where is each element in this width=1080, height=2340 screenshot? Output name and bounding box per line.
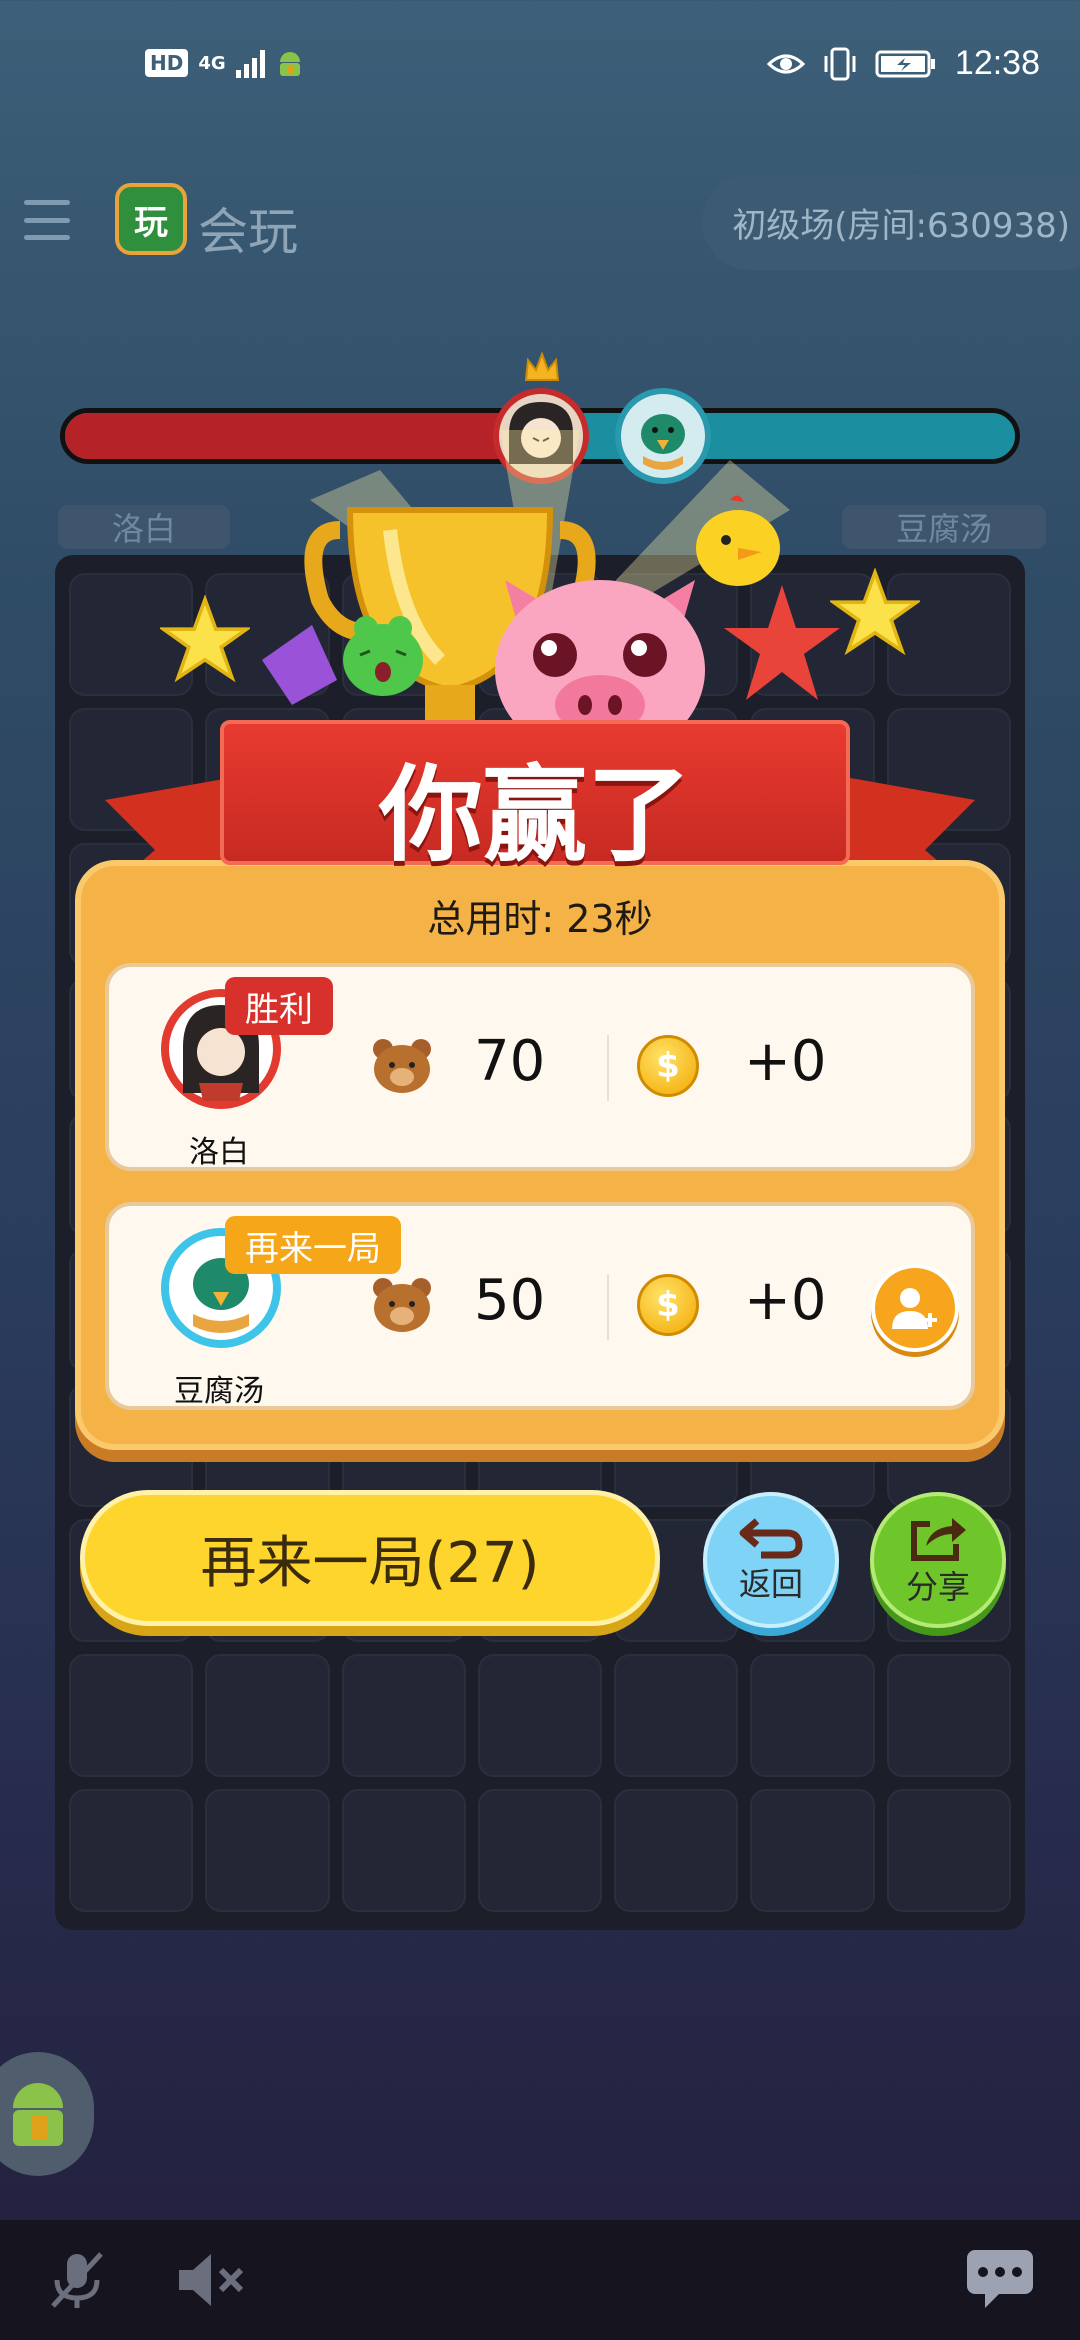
- board-cell: [205, 1788, 330, 1912]
- chick-character-icon: [696, 495, 780, 586]
- red-star-decoration: [724, 585, 840, 700]
- mic-muted-icon[interactable]: [45, 2248, 109, 2312]
- coin-icon: $: [637, 1274, 699, 1336]
- share-button[interactable]: 分享: [870, 1492, 1006, 1628]
- back-button[interactable]: 返回: [703, 1492, 839, 1628]
- menu-icon[interactable]: [24, 200, 70, 240]
- board-cell: [477, 1788, 603, 1912]
- eye-comfort-icon: [766, 54, 805, 73]
- add-friend-icon: [892, 1288, 937, 1329]
- total-time: 总用时: 23秒: [427, 897, 653, 941]
- divider: [607, 1274, 609, 1340]
- rematch-badge: 再来一局: [225, 1216, 401, 1274]
- play-again-button[interactable]: 再来一局(27): [80, 1490, 660, 1626]
- crystal-decoration: [262, 625, 337, 705]
- return-icon: [739, 1518, 803, 1559]
- add-friend-button[interactable]: [871, 1264, 959, 1352]
- coins-earned: +0: [744, 1268, 827, 1333]
- room-info-pill[interactable]: 初级场(房间:630938): [702, 174, 1080, 270]
- speaker-muted-icon[interactable]: [175, 2248, 249, 2312]
- board-cell: [886, 1788, 1011, 1912]
- app-name: 会玩: [198, 203, 298, 261]
- player-result-row: 胜利 洛白 70 $ +0: [105, 963, 975, 1171]
- result-title: 你赢了: [378, 753, 691, 876]
- network-type: 4G: [198, 52, 226, 74]
- board-cell: [341, 1788, 466, 1912]
- status-bar: HD 4G 12:38: [0, 0, 1080, 130]
- back-label: 返回: [738, 1565, 803, 1603]
- result-overlay: 你赢了 总用时: 23秒 胜利 洛白 70 $ +0 再来一局 豆腐汤 50 $…: [0, 340, 1080, 1680]
- win-badge: 胜利: [225, 977, 333, 1035]
- player-name: 洛白: [189, 1135, 249, 1170]
- battery-icon: [875, 50, 935, 77]
- board-cell: [614, 1788, 739, 1912]
- star-icon: [160, 595, 250, 683]
- bear-icon: [373, 1278, 431, 1332]
- frog-character-icon: [343, 616, 423, 696]
- star-icon-right: [830, 568, 920, 656]
- vibrate-icon: [824, 47, 856, 80]
- app-logo: 玩: [115, 183, 187, 255]
- floating-assistant-button[interactable]: [0, 2052, 94, 2176]
- share-label: 分享: [905, 1568, 970, 1606]
- hd-badge: HD: [145, 49, 189, 77]
- bottom-toolbar: [0, 2220, 1080, 2340]
- divider: [607, 1035, 609, 1101]
- coins-earned: +0: [744, 1029, 827, 1094]
- chat-icon[interactable]: [965, 2248, 1035, 2310]
- android-icon: [13, 2083, 63, 2146]
- player-score: 70: [474, 1029, 546, 1094]
- player-result-row: 再来一局 豆腐汤 50 $ +0: [105, 1202, 975, 1410]
- signal-icon: [235, 48, 265, 78]
- player-name: 豆腐汤: [174, 1374, 264, 1409]
- share-icon: [911, 1518, 966, 1561]
- board-cell: [750, 1788, 875, 1912]
- bear-icon: [373, 1039, 431, 1093]
- board-cell: [69, 1788, 194, 1912]
- coin-icon: $: [637, 1035, 699, 1097]
- clock: 12:38: [954, 44, 1040, 82]
- player-score: 50: [474, 1268, 546, 1333]
- android-app-icon: [279, 52, 300, 76]
